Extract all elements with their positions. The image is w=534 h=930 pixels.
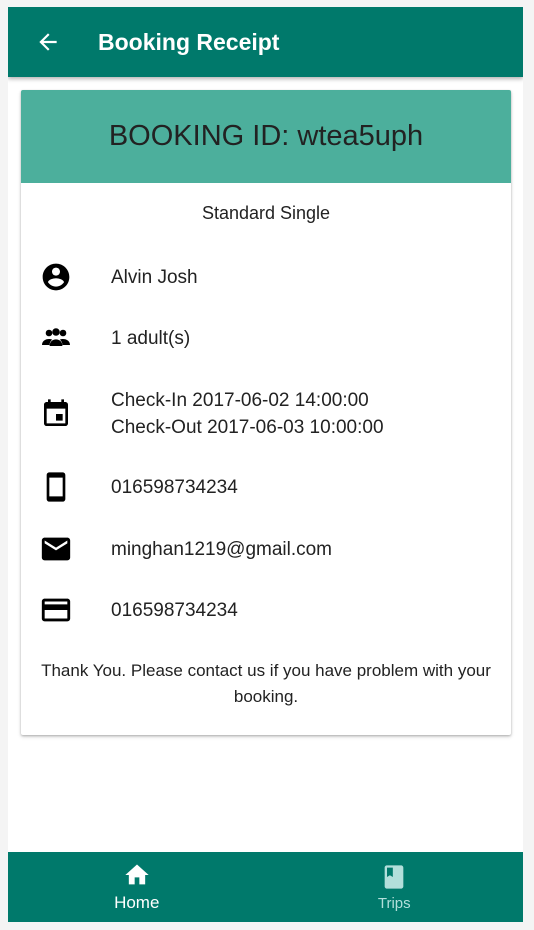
guests-row: 1 adult(s) xyxy=(21,323,511,353)
email-row: minghan1219@gmail.com xyxy=(21,534,511,564)
card-row: 016598734234 xyxy=(21,595,511,625)
back-button[interactable] xyxy=(28,22,68,62)
room-type: Standard Single xyxy=(201,203,331,223)
credit-card-icon xyxy=(39,593,73,627)
page-title: Booking Receipt xyxy=(98,28,280,55)
guest-name: Alvin Josh xyxy=(111,266,198,288)
smartphone-icon xyxy=(39,470,73,504)
booking-id-header: BOOKING ID: wtea5uph xyxy=(21,90,511,183)
check-out: Check-Out 2017-06-03 10:00:00 xyxy=(111,417,384,438)
card-number: 016598734234 xyxy=(111,599,238,621)
book-icon xyxy=(380,863,408,891)
dates-row: Check-In 2017-06-02 14:00:00 Check-Out 2… xyxy=(21,384,511,444)
nav-home[interactable]: Home xyxy=(8,852,266,922)
bottom-navigation: Home Trips xyxy=(8,852,523,922)
app-bar: Booking Receipt xyxy=(8,7,523,77)
account-circle-icon xyxy=(39,260,73,294)
arrow-back-icon xyxy=(39,33,57,51)
calendar-icon xyxy=(39,397,73,431)
nav-home-label: Home xyxy=(114,893,160,912)
app-screen: Booking Receipt BOOKING ID: wtea5uph Sta… xyxy=(8,7,523,922)
people-icon xyxy=(39,321,73,355)
guest-name-row: Alvin Josh xyxy=(21,262,511,292)
email-icon xyxy=(39,532,73,566)
guest-count: 1 adult(s) xyxy=(111,327,191,349)
thank-you-message: Thank You. Please contact us if you have… xyxy=(41,661,491,706)
receipt-card: BOOKING ID: wtea5uph Standard Single Alv… xyxy=(21,90,511,735)
check-in: Check-In 2017-06-02 14:00:00 xyxy=(111,390,369,411)
phone-number: 016598734234 xyxy=(111,476,238,498)
email-address: minghan1219@gmail.com xyxy=(111,538,333,560)
nav-trips-label: Trips xyxy=(377,894,411,912)
booking-id: BOOKING ID: wtea5uph xyxy=(108,120,424,152)
nav-trips[interactable]: Trips xyxy=(266,852,524,922)
home-icon xyxy=(123,861,151,889)
phone-row: 016598734234 xyxy=(21,472,511,502)
